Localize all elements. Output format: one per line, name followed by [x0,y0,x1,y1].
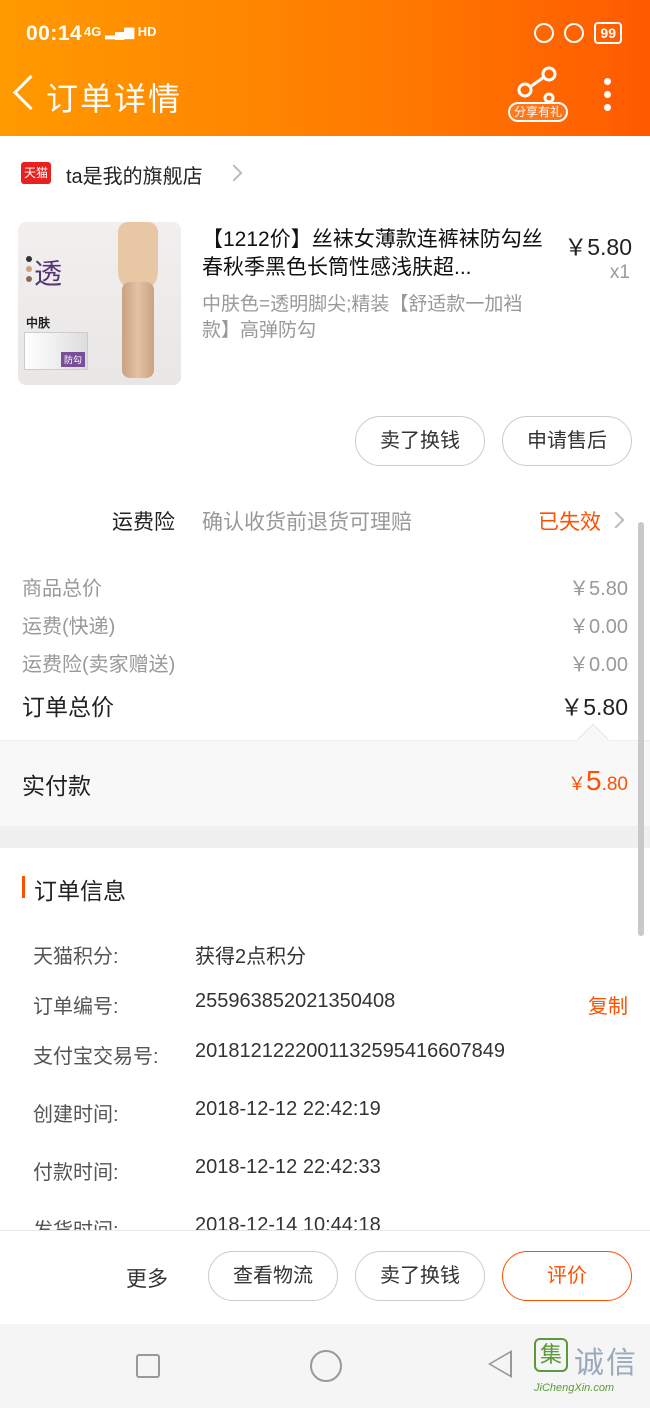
product-image: 透 中肤 防勾 [18,222,181,385]
recents-button[interactable] [136,1354,160,1378]
paid-currency: ￥ [568,774,586,794]
image-box-tag: 防勾 [60,352,85,367]
hd-badge: HD [137,24,157,39]
info-value: 2018121222001132595416607849 [195,1040,505,1062]
network-type: 4G [84,24,102,39]
info-label: 订单编号: [33,996,119,1018]
product-title: 【1212价】丝袜女薄款连裤袜防勾丝春秋季黑色长筒性感浅肤超... [202,228,543,279]
battery-icon: 99 [594,22,622,44]
tmall-badge: 天猫 [21,162,51,184]
home-button[interactable] [310,1350,342,1382]
info-value: 2018-12-12 22:42:33 [195,1156,381,1178]
copy-button[interactable]: 复制 [588,990,628,1019]
product-price: ￥5.80 [564,234,632,260]
more-menu-button[interactable] [596,74,620,114]
insurance-status: 已失效 [538,511,601,534]
info-row: 订单编号: 255963852021350408 复制 [33,990,628,1020]
image-glyph: 透 [34,257,63,290]
price-row: 运费(快递) ￥0.00 [22,610,628,644]
price-row-value: ￥0.00 [569,616,628,638]
nav-bar: 订单详情 分享有礼 [0,62,650,126]
app-header: 00:14 4G ▂▄▆ HD 99 订单详情 分享有礼 [0,0,650,136]
watermark: 集 诚信 JiChengXin.com [534,1338,648,1402]
share-button[interactable]: 分享有礼 [508,66,568,124]
info-label: 天猫积分: [33,946,119,968]
insurance-label: 运费险 [112,511,175,534]
order-total-label: 订单总价 [22,694,114,720]
info-row: 付款时间: 2018-12-12 22:42:33 [33,1156,628,1186]
dot-icon [604,91,611,98]
lock-rotation-icon [534,23,555,43]
info-label: 支付宝交易号: [33,1046,159,1068]
price-row-label: 运费(快递) [22,616,116,638]
actual-paid-row: 实付款 ￥5.80 [0,740,650,826]
status-icons: 99 [534,22,622,44]
alarm-icon [564,23,585,43]
info-value: 255963852021350408 [195,990,396,1012]
paid-value: ￥5.80 [568,765,628,797]
chevron-right-icon [225,164,243,182]
scrollbar[interactable] [638,522,644,936]
info-label: 创建时间: [33,1104,119,1126]
watermark-logo: 集 [534,1338,568,1372]
signal-icon: 4G ▂▄▆ HD [84,24,157,39]
image-box: 防勾 [24,332,88,370]
dot-icon [604,78,611,85]
review-button[interactable]: 评价 [502,1251,632,1301]
system-nav-bar: 集 诚信 JiChengXin.com [0,1324,650,1408]
order-info-heading: 订单信息 [34,878,126,904]
share-icon [517,66,557,104]
info-label: 付款时间: [33,1162,119,1184]
price-row-label: 商品总价 [22,578,102,600]
price-row-value: ￥0.00 [569,654,628,676]
sell-for-cash-button[interactable]: 卖了换钱 [355,416,485,466]
info-value: 2018-12-12 22:42:19 [195,1098,381,1120]
leg-illustration [110,222,166,382]
store-name: ta是我的旗舰店 [66,166,203,188]
info-value: 获得2点积分 [195,946,307,968]
status-bar: 00:14 4G ▂▄▆ HD 99 [0,18,650,52]
shipping-insurance-row[interactable]: 运费险 确认收货前退货可理赔 已失效 [0,494,650,546]
watermark-url: JiChengXin.com [534,1382,615,1394]
title-accent-bar [22,876,25,898]
paid-integer: 5 [586,765,602,796]
view-logistics-button[interactable]: 查看物流 [208,1251,338,1301]
color-dots [26,256,34,296]
price-row-value: ￥5.80 [569,578,628,600]
price-row: 商品总价 ￥5.80 [22,572,628,606]
dot-icon [604,104,611,111]
info-row: 天猫积分: 获得2点积分 [33,940,628,970]
product-item[interactable]: 透 中肤 防勾 【1212价】丝袜女薄款连裤袜防勾丝春秋季黑色长筒性感浅肤超..… [0,208,650,408]
order-detail-page: 00:14 4G ▂▄▆ HD 99 订单详情 分享有礼 天猫 ta是我的旗舰店… [0,0,650,1408]
insurance-desc: 确认收货前退货可理赔 [202,511,412,534]
paid-decimal: .80 [601,774,628,795]
section-divider [0,826,650,848]
chevron-right-icon [607,511,625,529]
price-row-label: 运费险(卖家赠送) [22,654,176,676]
product-quantity: x1 [609,262,630,283]
image-tag: 中肤 [26,316,51,330]
page-title: 订单详情 [46,81,183,117]
status-time: 00:14 [26,22,83,45]
info-row: 支付宝交易号: 2018121222001132595416607849 [33,1040,628,1070]
order-total-value: ￥5.80 [560,694,628,720]
product-sku: 中肤色=透明脚尖;精装【舒适款一加裆款】高弹防勾 [202,294,523,341]
order-total-row: 订单总价 ￥5.80 [22,688,628,722]
sell-for-cash-button[interactable]: 卖了换钱 [355,1251,485,1301]
bottom-action-bar: 更多 查看物流 卖了换钱 评价 [0,1230,650,1324]
watermark-text: 诚信 [574,1347,638,1380]
back-button[interactable] [10,74,40,114]
back-nav-button[interactable] [488,1350,512,1378]
info-row: 创建时间: 2018-12-12 22:42:19 [33,1098,628,1128]
after-sales-button[interactable]: 申请售后 [502,416,632,466]
share-label: 分享有礼 [508,102,568,122]
paid-label: 实付款 [22,773,91,799]
price-row: 运费险(卖家赠送) ￥0.00 [22,648,628,682]
more-actions-button[interactable]: 更多 [126,1263,168,1293]
store-row[interactable]: 天猫 ta是我的旗舰店 [0,150,650,196]
